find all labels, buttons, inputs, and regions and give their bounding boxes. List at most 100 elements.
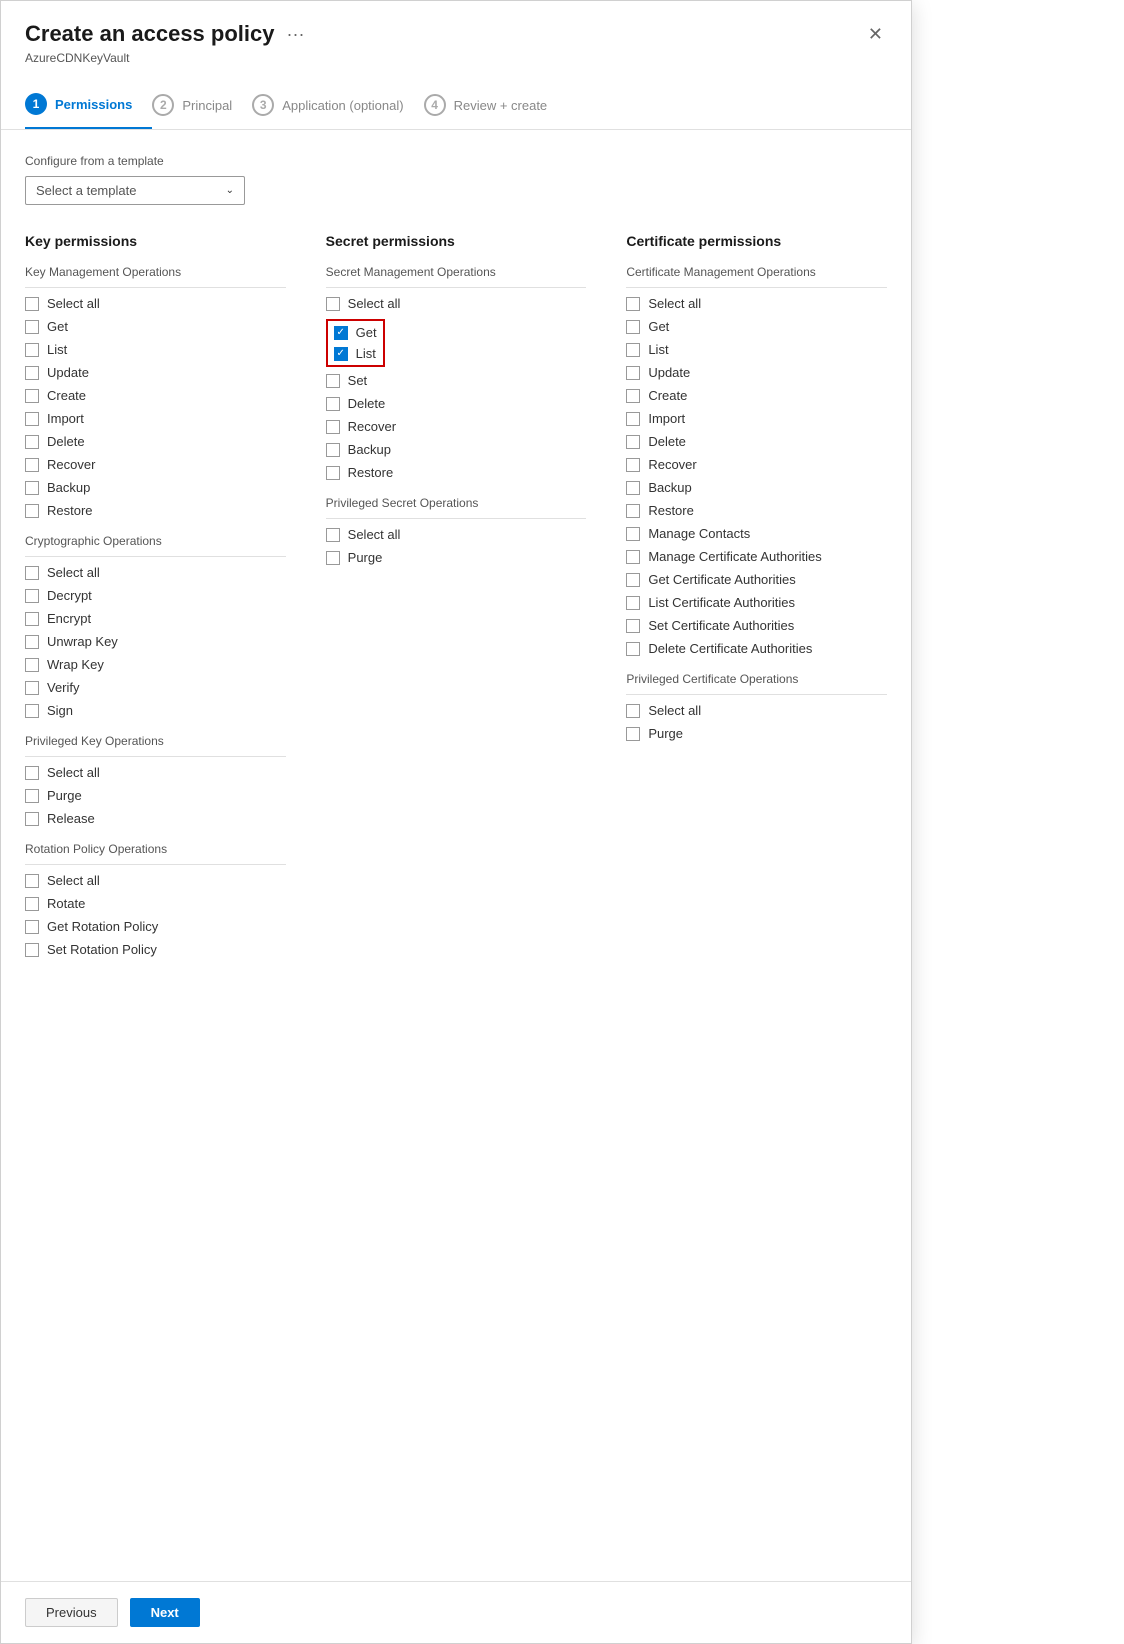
- step-2-circle: 2: [152, 94, 174, 116]
- privcert-select-all-checkbox[interactable]: [626, 704, 640, 718]
- cert-get-label: Get: [648, 319, 669, 334]
- rotation-get-policy-row: Get Rotation Policy: [25, 919, 286, 934]
- step-1-label: Permissions: [55, 97, 132, 112]
- crypto-verify-checkbox[interactable]: [25, 681, 39, 695]
- secret-backup-row: Backup: [326, 442, 587, 457]
- secret-set-checkbox[interactable]: [326, 374, 340, 388]
- key-create-row: Create: [25, 388, 286, 403]
- dialog-ellipsis[interactable]: ···: [286, 24, 304, 45]
- cert-restore-checkbox[interactable]: [626, 504, 640, 518]
- rotation-get-policy-label: Get Rotation Policy: [47, 919, 158, 934]
- cert-create-checkbox[interactable]: [626, 389, 640, 403]
- cert-update-checkbox[interactable]: [626, 366, 640, 380]
- privsecret-purge-checkbox[interactable]: [326, 551, 340, 565]
- cert-recover-checkbox[interactable]: [626, 458, 640, 472]
- key-create-checkbox[interactable]: [25, 389, 39, 403]
- privsecret-select-all-label: Select all: [348, 527, 401, 542]
- cert-list-ca-label: List Certificate Authorities: [648, 595, 795, 610]
- rotation-group-title: Rotation Policy Operations: [25, 842, 286, 856]
- cert-manage-contacts-row: Manage Contacts: [626, 526, 887, 541]
- secret-recover-checkbox[interactable]: [326, 420, 340, 434]
- privsecret-select-all-checkbox[interactable]: [326, 528, 340, 542]
- privkey-select-all-checkbox[interactable]: [25, 766, 39, 780]
- cert-restore-label: Restore: [648, 503, 694, 518]
- cert-list-checkbox[interactable]: [626, 343, 640, 357]
- cert-manage-ca-label: Manage Certificate Authorities: [648, 549, 821, 564]
- rotation-set-policy-checkbox[interactable]: [25, 943, 39, 957]
- cert-get-ca-checkbox[interactable]: [626, 573, 640, 587]
- key-get-checkbox[interactable]: [25, 320, 39, 334]
- crypto-sign-row: Sign: [25, 703, 286, 718]
- step-review[interactable]: 4 Review + create: [424, 82, 568, 128]
- key-delete-checkbox[interactable]: [25, 435, 39, 449]
- cert-select-all-row: Select all: [626, 296, 887, 311]
- cert-set-ca-checkbox[interactable]: [626, 619, 640, 633]
- crypto-group-title: Cryptographic Operations: [25, 534, 286, 548]
- key-update-label: Update: [47, 365, 89, 380]
- step-3-label: Application (optional): [282, 98, 403, 113]
- privkey-purge-checkbox[interactable]: [25, 789, 39, 803]
- secret-permissions-title: Secret permissions: [326, 233, 587, 249]
- step-permissions[interactable]: 1 Permissions: [25, 81, 152, 129]
- crypto-unwrapkey-checkbox[interactable]: [25, 635, 39, 649]
- cert-permissions-column: Certificate permissions Certificate Mana…: [626, 233, 887, 965]
- rotation-get-policy-checkbox[interactable]: [25, 920, 39, 934]
- secret-select-all-checkbox[interactable]: [326, 297, 340, 311]
- cert-restore-row: Restore: [626, 503, 887, 518]
- close-button[interactable]: ✕: [864, 21, 887, 47]
- rotation-select-all-checkbox[interactable]: [25, 874, 39, 888]
- next-button[interactable]: Next: [130, 1598, 200, 1627]
- crypto-decrypt-checkbox[interactable]: [25, 589, 39, 603]
- crypto-sign-checkbox[interactable]: [25, 704, 39, 718]
- key-select-all-checkbox[interactable]: [25, 297, 39, 311]
- create-access-policy-dialog: Create an access policy ··· ✕ AzureCDNKe…: [0, 0, 912, 1644]
- cert-manage-ca-row: Manage Certificate Authorities: [626, 549, 887, 564]
- secret-list-checkbox[interactable]: ✓: [334, 347, 348, 361]
- crypto-select-all-checkbox[interactable]: [25, 566, 39, 580]
- privcert-purge-checkbox[interactable]: [626, 727, 640, 741]
- privkey-release-checkbox[interactable]: [25, 812, 39, 826]
- cert-get-checkbox[interactable]: [626, 320, 640, 334]
- secret-get-checkbox[interactable]: ✓: [334, 326, 348, 340]
- cert-list-ca-checkbox[interactable]: [626, 596, 640, 610]
- cert-import-label: Import: [648, 411, 685, 426]
- privsecret-purge-label: Purge: [348, 550, 383, 565]
- cert-delete-ca-checkbox[interactable]: [626, 642, 640, 656]
- key-import-checkbox[interactable]: [25, 412, 39, 426]
- crypto-encrypt-checkbox[interactable]: [25, 612, 39, 626]
- key-recover-checkbox[interactable]: [25, 458, 39, 472]
- key-permissions-title: Key permissions: [25, 233, 286, 249]
- cert-delete-checkbox[interactable]: [626, 435, 640, 449]
- step-application[interactable]: 3 Application (optional): [252, 82, 423, 128]
- privkey-select-all-label: Select all: [47, 765, 100, 780]
- template-select-dropdown[interactable]: Select a template ⌄: [25, 176, 245, 205]
- step-4-label: Review + create: [454, 98, 548, 113]
- cert-manage-contacts-checkbox[interactable]: [626, 527, 640, 541]
- cert-set-ca-row: Set Certificate Authorities: [626, 618, 887, 633]
- secret-backup-checkbox[interactable]: [326, 443, 340, 457]
- cert-select-all-checkbox[interactable]: [626, 297, 640, 311]
- key-select-all-row: Select all: [25, 296, 286, 311]
- cert-manage-ca-checkbox[interactable]: [626, 550, 640, 564]
- key-backup-checkbox[interactable]: [25, 481, 39, 495]
- privsecret-select-all-row: Select all: [326, 527, 587, 542]
- secret-restore-checkbox[interactable]: [326, 466, 340, 480]
- rotation-rotate-label: Rotate: [47, 896, 85, 911]
- crypto-wrapkey-checkbox[interactable]: [25, 658, 39, 672]
- secret-delete-label: Delete: [348, 396, 386, 411]
- priv-key-group-title: Privileged Key Operations: [25, 734, 286, 748]
- secret-delete-row: Delete: [326, 396, 587, 411]
- cert-backup-checkbox[interactable]: [626, 481, 640, 495]
- cert-import-checkbox[interactable]: [626, 412, 640, 426]
- rotation-rotate-checkbox[interactable]: [25, 897, 39, 911]
- cert-list-ca-row: List Certificate Authorities: [626, 595, 887, 610]
- step-principal[interactable]: 2 Principal: [152, 82, 252, 128]
- rotation-select-all-row: Select all: [25, 873, 286, 888]
- cert-manage-contacts-label: Manage Contacts: [648, 526, 750, 541]
- key-list-checkbox[interactable]: [25, 343, 39, 357]
- key-update-checkbox[interactable]: [25, 366, 39, 380]
- secret-delete-checkbox[interactable]: [326, 397, 340, 411]
- key-restore-checkbox[interactable]: [25, 504, 39, 518]
- privkey-select-all-row: Select all: [25, 765, 286, 780]
- previous-button[interactable]: Previous: [25, 1598, 118, 1627]
